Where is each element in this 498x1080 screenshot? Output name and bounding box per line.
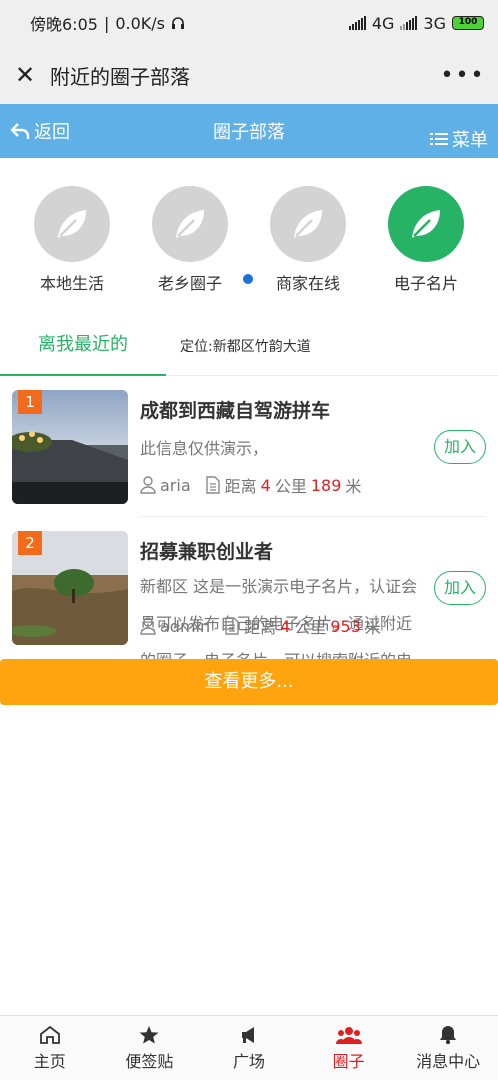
item-thumbnail: 1 (12, 390, 128, 504)
item-user: admin (160, 616, 211, 636)
status-speed: 0.0K/s (115, 13, 165, 33)
headphones-icon (172, 17, 184, 29)
signal-icon-2 (400, 16, 418, 30)
battery-icon: 100 (452, 16, 484, 30)
more-icon[interactable]: ••• (428, 63, 498, 88)
nav-circle[interactable]: 圈子 (299, 1016, 399, 1080)
leaf-icon (388, 186, 464, 262)
item-meta: aria 距离 4 公里 189 米 (140, 473, 361, 497)
document-icon (205, 476, 220, 494)
leaf-icon (34, 186, 110, 262)
view-more-button[interactable]: 查看更多... (0, 659, 498, 705)
nav-home[interactable]: 主页 (0, 1016, 100, 1080)
bottom-nav: 主页 便签贴 广场 圈子 消息中心 (0, 1015, 498, 1080)
nav-notes[interactable]: 便签贴 (100, 1016, 200, 1080)
nav-messages[interactable]: 消息中心 (398, 1016, 498, 1080)
miniprogram-titlebar: ✕ 附近的圈子部落 ••• (0, 46, 498, 104)
item-title: 成都到西藏自驾游拼车 (140, 400, 331, 422)
network-4g: 4G (371, 13, 395, 33)
item-user: aria (160, 475, 191, 495)
item-description: 此信息仅供演示， (140, 439, 269, 458)
group-icon (299, 1024, 399, 1046)
category-label: 商家在线 (275, 274, 340, 293)
category-row: 本地生活 老乡圈子 商家在线 电子名片 (0, 186, 498, 296)
join-button[interactable]: 加入 (434, 430, 486, 464)
divider (140, 516, 486, 517)
item-title: 招募兼职创业者 (140, 541, 274, 563)
list-item[interactable]: 1 成都到西藏自驾游拼车 此信息仅供演示， aria 距离 4 公里 189 米 加入 (0, 390, 498, 530)
document-icon (225, 617, 239, 635)
category-label: 老乡圈子 (157, 274, 222, 293)
leaf-icon (270, 186, 346, 262)
megaphone-icon (199, 1024, 299, 1046)
rank-badge: 1 (18, 390, 42, 414)
leaf-icon (152, 186, 228, 262)
network-3g: 3G (423, 13, 446, 33)
user-icon (140, 617, 156, 635)
status-time: 傍晚6:05 (30, 15, 98, 34)
category-hometown[interactable]: 老乡圈子 (135, 186, 245, 294)
menu-label: 菜单 (452, 130, 488, 151)
bell-icon (398, 1024, 498, 1046)
list-item[interactable]: 2 招募兼职创业者 新都区 这是一张演示电子名片，认证会员可以发布自己的电子名片… (0, 531, 498, 707)
rank-badge: 2 (18, 531, 42, 555)
notification-dot (243, 274, 253, 284)
app-header: 返回 圈子部落 菜单 (0, 104, 498, 158)
tab-bar: 离我最近的 定位:新都区竹韵大道 (0, 318, 498, 376)
item-meta: admin 距离 4 公里 953 米 (140, 614, 381, 638)
nav-square[interactable]: 广场 (199, 1016, 299, 1080)
header-title: 圈子部落 (213, 122, 285, 143)
location-label: 定位:新都区竹韵大道 (180, 339, 311, 355)
menu-button[interactable]: 菜单 (430, 126, 488, 152)
item-thumbnail: 2 (12, 531, 128, 645)
category-label: 电子名片 (393, 274, 458, 293)
tab-nearest[interactable]: 离我最近的 (0, 318, 166, 376)
signal-icon (348, 16, 366, 30)
close-icon[interactable]: ✕ (0, 61, 50, 89)
star-icon (100, 1024, 200, 1046)
status-bar: 傍晚6:05 | 0.0K/s 4G 3G 100 (0, 0, 498, 46)
page-title: 附近的圈子部落 (50, 64, 190, 89)
home-icon (0, 1024, 100, 1046)
user-icon (140, 476, 156, 494)
category-label: 本地生活 (39, 274, 104, 293)
category-business-card[interactable]: 电子名片 (371, 186, 481, 294)
category-merchant[interactable]: 商家在线 (243, 186, 363, 294)
list-icon (430, 133, 448, 145)
join-button[interactable]: 加入 (434, 571, 486, 605)
category-local-life[interactable]: 本地生活 (17, 186, 127, 294)
